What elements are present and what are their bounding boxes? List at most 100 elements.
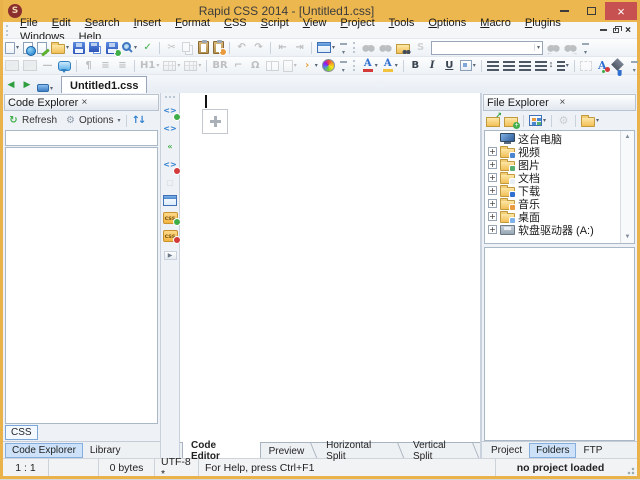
tab-ftp[interactable]: FTP — [576, 443, 609, 458]
new-from-template-button[interactable] — [21, 40, 35, 56]
menu-css[interactable]: CSS — [217, 16, 254, 30]
new-folder-button[interactable] — [502, 113, 520, 129]
menu-view[interactable]: View — [296, 16, 334, 30]
menu-file[interactable]: File — [13, 16, 45, 30]
paragraph-button[interactable]: ¶ — [80, 58, 97, 74]
tag-insert-button[interactable]: <> — [163, 101, 176, 119]
tree-scrollbar[interactable]: ▲ ▼ — [620, 131, 634, 243]
save-button[interactable] — [71, 40, 87, 56]
tab-preview[interactable]: Preview — [261, 443, 319, 458]
window-layout-button[interactable]: ▾ — [315, 40, 337, 56]
tab-project[interactable]: Project — [484, 443, 529, 458]
explorer-settings-button[interactable]: ⚙ — [555, 113, 572, 129]
save-copy-button[interactable] — [87, 40, 104, 56]
fill-color-button[interactable] — [611, 58, 628, 74]
code-explorer-filter-input[interactable] — [5, 130, 158, 146]
font-color-button[interactable]: ▾ — [360, 58, 380, 74]
tab-horizontal-split[interactable]: Horizontal Split — [318, 443, 405, 458]
tree-item[interactable]: +图片 — [485, 158, 620, 171]
tree-item[interactable]: +软盘驱动器 (A:) — [485, 223, 620, 236]
code-editor-area[interactable]: Code EditorPreviewHorizontal SplitVertic… — [180, 93, 481, 458]
mdi-close-button[interactable]: × — [625, 25, 631, 36]
menu-tools[interactable]: Tools — [382, 16, 422, 30]
tree-item[interactable]: +音乐 — [485, 197, 620, 210]
expand-icon[interactable]: + — [488, 225, 497, 234]
align-center-button[interactable] — [501, 58, 517, 74]
css-check-pass-button[interactable]: css — [163, 209, 178, 227]
increase-indent-button[interactable]: ⇥ — [291, 40, 308, 56]
tree-item[interactable]: 这台电脑 — [485, 132, 620, 145]
redo-button[interactable]: ↷ — [250, 40, 267, 56]
mdi-minimize-button[interactable] — [600, 29, 607, 31]
color-picker-button[interactable] — [320, 58, 337, 74]
tab-code-explorer[interactable]: Code Explorer — [5, 443, 83, 458]
menu-insert[interactable]: Insert — [127, 16, 169, 30]
tab-code-editor[interactable]: Code Editor — [182, 442, 261, 458]
scroll-down-icon[interactable]: ▼ — [625, 231, 631, 243]
tree-item[interactable]: +视频 — [485, 145, 620, 158]
expand-icon[interactable]: + — [488, 173, 497, 182]
undo-button[interactable]: ↶ — [233, 40, 250, 56]
menu-search[interactable]: Search — [78, 16, 127, 30]
css-badge[interactable]: CSS — [5, 425, 38, 440]
mdi-restore-button[interactable] — [613, 28, 619, 33]
search-combobox-input[interactable] — [432, 42, 534, 54]
menu-plugins[interactable]: Plugins — [518, 16, 568, 30]
nav-forward-button[interactable]: ▶ — [19, 76, 35, 92]
tag-dropdown-button[interactable]: ›▾ — [299, 58, 320, 74]
heading-dropdown-button[interactable]: H1▾ — [138, 58, 161, 74]
expand-icon[interactable]: + — [488, 212, 497, 221]
justify-button[interactable] — [533, 58, 549, 74]
frame-button[interactable] — [264, 58, 281, 74]
spell-check-button[interactable]: ✓ — [139, 40, 156, 56]
toolbar-overflow-2-button[interactable] — [579, 40, 592, 56]
view-mode-button[interactable]: ▾ — [527, 113, 548, 129]
find-in-files-button[interactable] — [394, 40, 412, 56]
replace-button[interactable] — [377, 40, 394, 56]
search-previous-button[interactable] — [545, 40, 562, 56]
align-left-button[interactable] — [485, 58, 501, 74]
open-file-button[interactable]: ▾ — [49, 40, 71, 56]
css-check-fail-button[interactable]: css — [163, 227, 178, 245]
numbered-list-button[interactable]: ≡ — [114, 58, 131, 74]
code-explorer-list[interactable] — [5, 147, 158, 424]
tag-remove-button[interactable]: <> — [163, 155, 176, 173]
paste-special-button[interactable] — [211, 40, 226, 56]
toolbar-overflow-3-button[interactable] — [337, 58, 350, 74]
border-box-button[interactable] — [578, 58, 594, 74]
tree-item[interactable]: +文档 — [485, 171, 620, 184]
insert-image-button[interactable] — [3, 58, 21, 74]
nav-back-button[interactable]: ◀ — [3, 76, 19, 92]
preview-pane-button[interactable] — [163, 191, 177, 209]
object-dropdown-button[interactable]: ▾ — [281, 58, 299, 74]
table-dropdown-button[interactable]: ▾ — [161, 58, 182, 74]
bold-button[interactable]: B — [407, 58, 424, 74]
document-tab[interactable]: Untitled1.css — [61, 76, 147, 93]
expand-icon[interactable]: + — [488, 160, 497, 169]
insert-media-button[interactable] — [21, 58, 39, 74]
style-dropdown-button[interactable]: ▾ — [458, 58, 478, 74]
expand-icon[interactable]: + — [488, 186, 497, 195]
find-button[interactable]: ▾ — [120, 40, 139, 56]
toolbar-overflow-4-button[interactable] — [628, 58, 640, 74]
search-next-button[interactable] — [562, 40, 579, 56]
cut-button[interactable]: ✂ — [163, 40, 180, 56]
toolbar-overflow-button[interactable] — [337, 40, 350, 56]
tab-folders[interactable]: Folders — [529, 443, 576, 458]
scroll-up-icon[interactable]: ▲ — [625, 131, 631, 143]
options-button[interactable]: ⚙ Options ▾ — [62, 113, 122, 129]
tab-library[interactable]: Library — [83, 443, 128, 458]
cell-dropdown-button[interactable]: ▾ — [182, 58, 203, 74]
code-explorer-close-icon[interactable]: × — [80, 97, 156, 108]
menu-script[interactable]: Script — [254, 16, 296, 30]
line-spacing-button[interactable]: ▾ — [549, 58, 571, 74]
decrease-indent-button[interactable]: ⇤ — [274, 40, 291, 56]
favorites-folder-button[interactable]: ▾ — [579, 113, 601, 129]
tag-navigate-button[interactable]: <> — [163, 119, 176, 137]
copy-button[interactable] — [180, 40, 196, 56]
bullet-list-button[interactable]: ≡ — [97, 58, 114, 74]
expand-icon[interactable]: + — [488, 147, 497, 156]
menu-macro[interactable]: Macro — [473, 16, 518, 30]
insert-comment-button[interactable] — [56, 58, 73, 74]
refresh-button[interactable]: ↻ Refresh — [5, 113, 62, 129]
